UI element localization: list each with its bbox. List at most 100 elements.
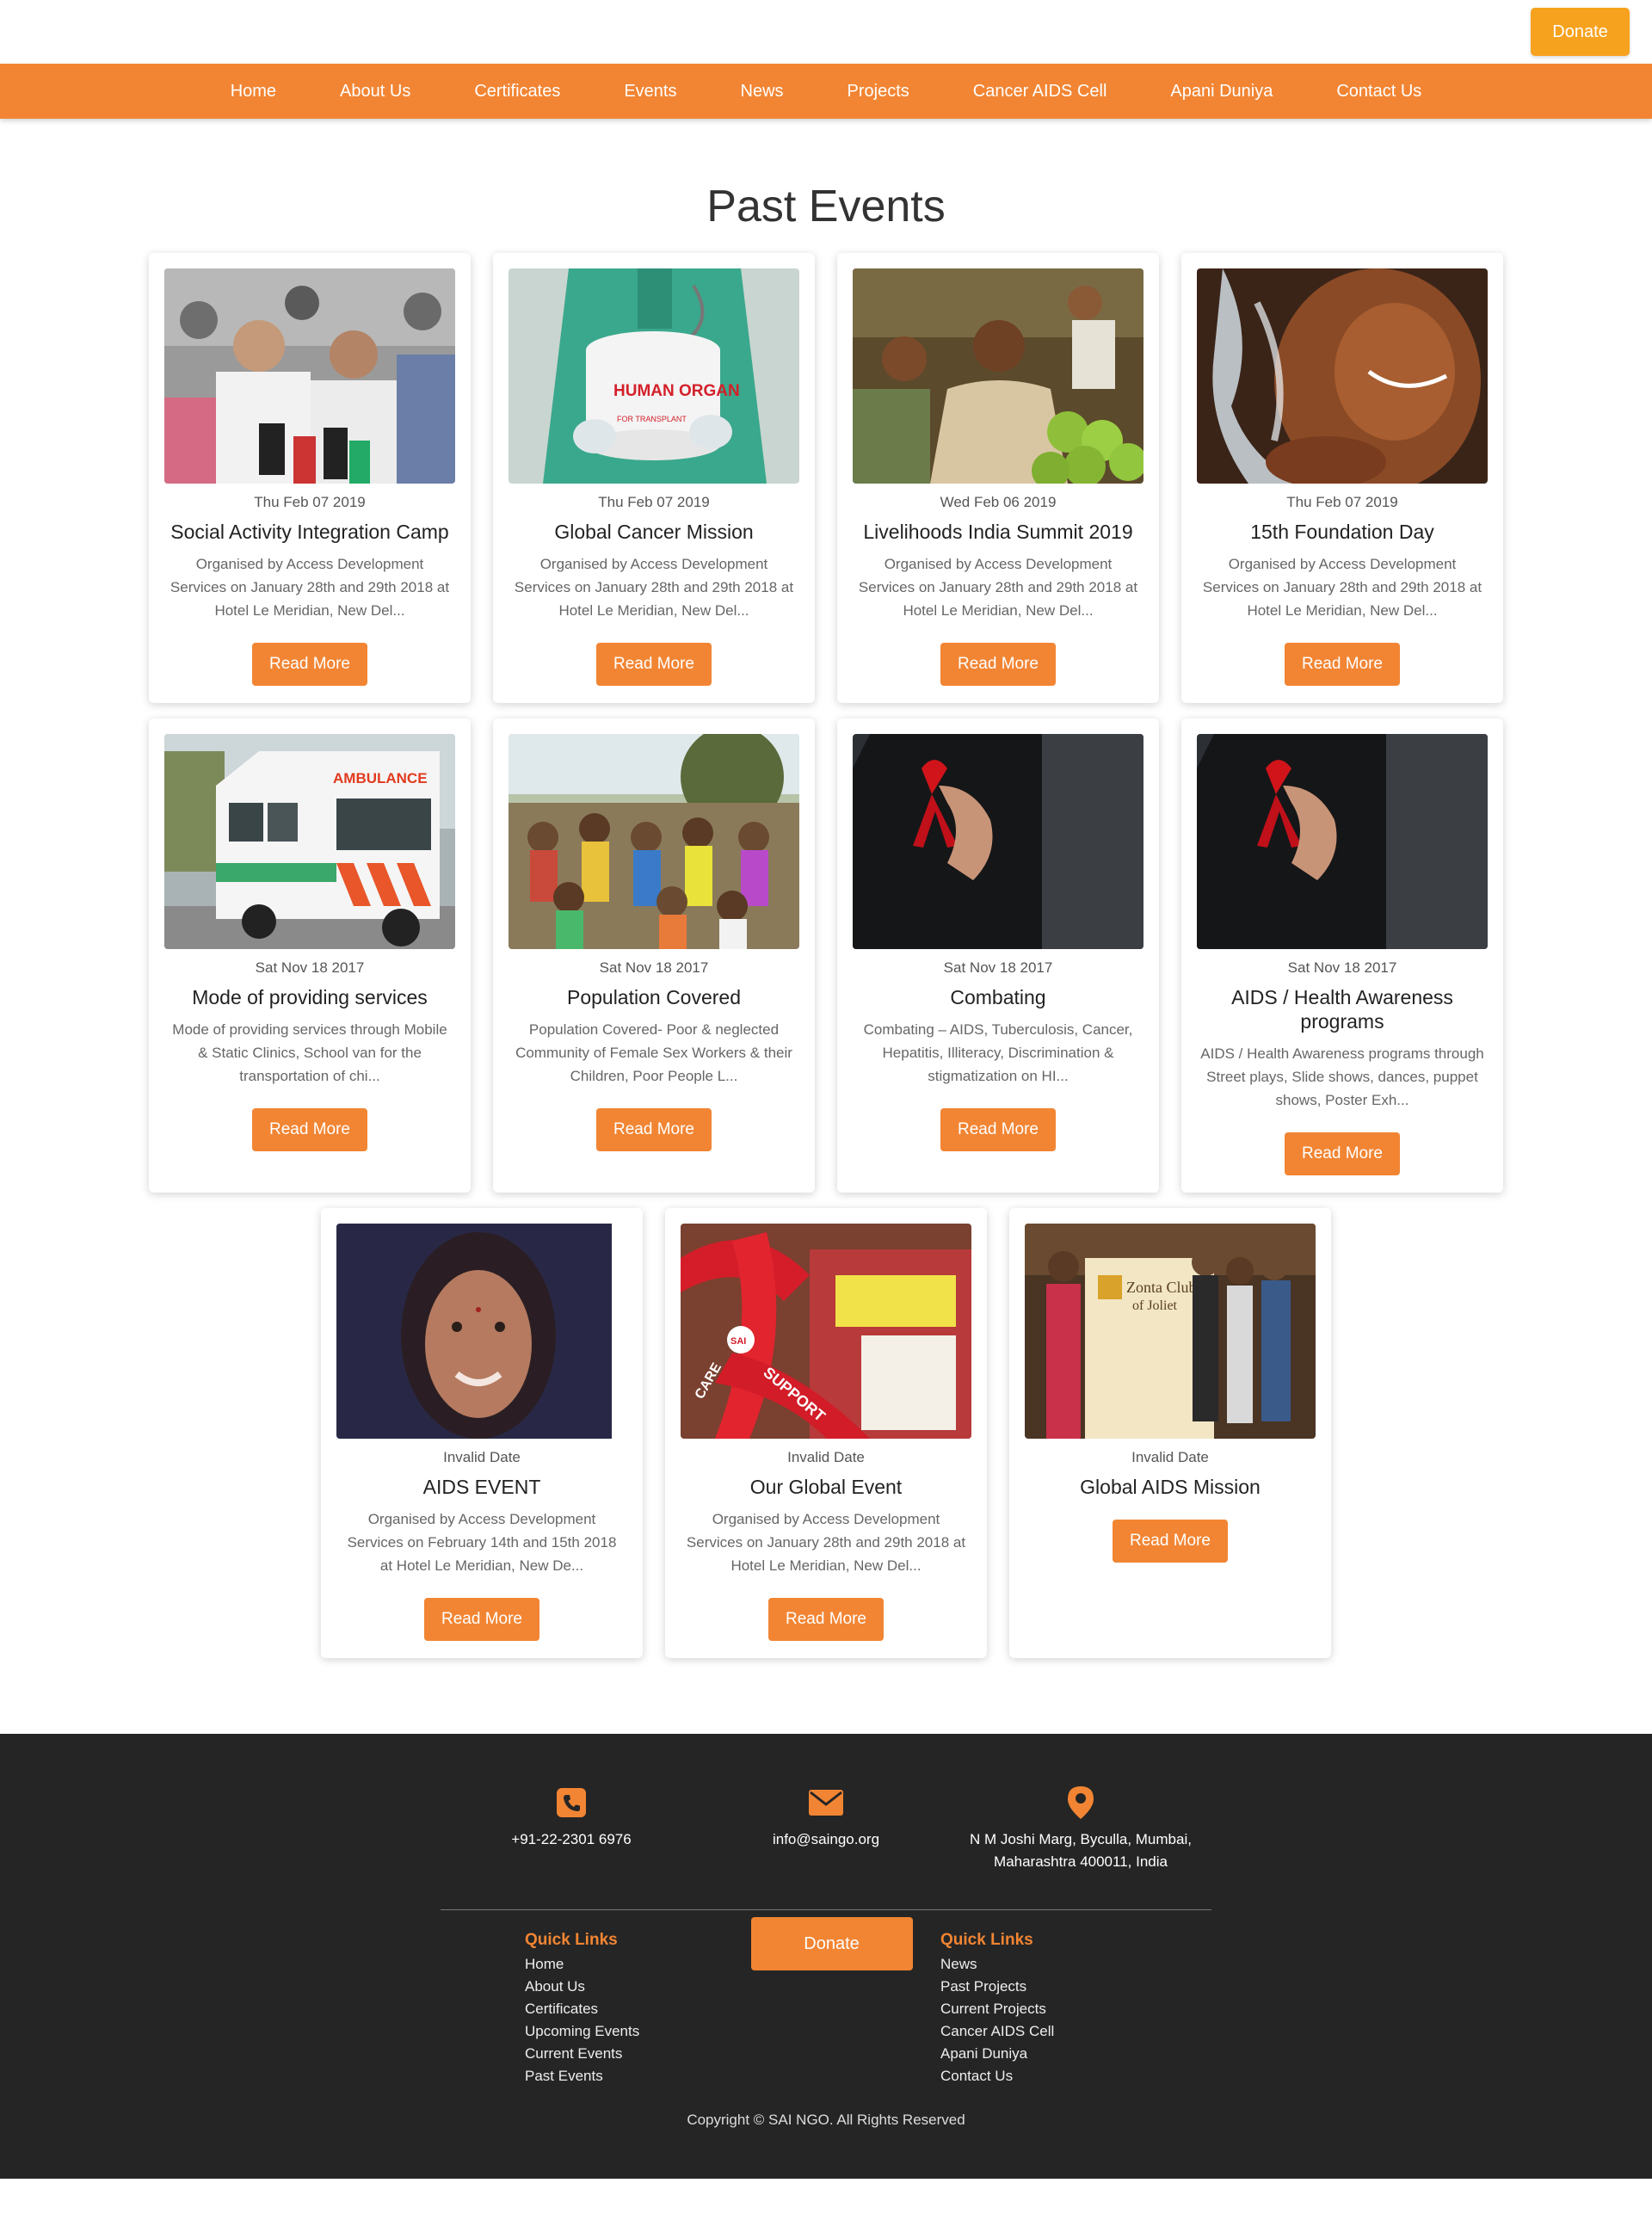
quick-links-left: Quick Links Home About Us Certificates U… bbox=[441, 1931, 723, 2087]
event-date: Sat Nov 18 2017 bbox=[943, 959, 1053, 976]
event-image-organ: HUMAN ORGAN FOR TRANSPLANT bbox=[509, 268, 799, 484]
read-more-button[interactable]: Read More bbox=[252, 1108, 367, 1151]
event-date: Sat Nov 18 2017 bbox=[255, 959, 365, 976]
event-date: Sat Nov 18 2017 bbox=[599, 959, 709, 976]
event-date: Invalid Date bbox=[1131, 1449, 1209, 1465]
event-image-children bbox=[509, 734, 799, 949]
footer-link-past-events[interactable]: Past Events bbox=[525, 2065, 723, 2087]
envelope-icon bbox=[699, 1785, 953, 1820]
event-date: Thu Feb 07 2019 bbox=[598, 494, 710, 510]
nav-apani-duniya[interactable]: Apani Duniya bbox=[1138, 82, 1304, 102]
events-grid: Thu Feb 07 2019 Social Activity Integrat… bbox=[138, 253, 1514, 1658]
read-more-button[interactable]: Read More bbox=[940, 643, 1056, 686]
event-title: 15th Foundation Day bbox=[1250, 521, 1434, 543]
email-address: info@saingo.org bbox=[772, 1831, 880, 1847]
event-description: Combating – AIDS, Tuberculosis, Cancer, … bbox=[863, 1021, 1133, 1084]
read-more-button[interactable]: Read More bbox=[596, 643, 712, 686]
event-title: Social Activity Integration Camp bbox=[170, 521, 449, 543]
event-card: Sat Nov 18 2017 AIDS / Health Awareness … bbox=[1181, 718, 1503, 1193]
footer-phone: +91-22-2301 6976 bbox=[444, 1785, 699, 1873]
read-more-button[interactable]: Read More bbox=[1113, 1520, 1228, 1563]
event-description: Population Covered- Poor & neglected Com… bbox=[515, 1021, 792, 1084]
nav-home[interactable]: Home bbox=[199, 82, 308, 102]
footer-link-home[interactable]: Home bbox=[525, 1953, 723, 1976]
read-more-button[interactable]: Read More bbox=[424, 1598, 539, 1641]
event-card: Sat Nov 18 2017 Combating Combating – AI… bbox=[837, 718, 1159, 1193]
footer-link-apani-duniya[interactable]: Apani Duniya bbox=[940, 2043, 1138, 2065]
read-more-button[interactable]: Read More bbox=[768, 1598, 884, 1641]
event-card: Zonta Club of Joliet Invalid Date Global… bbox=[1009, 1208, 1331, 1658]
footer-link-news[interactable]: News bbox=[940, 1953, 1138, 1976]
footer-link-cancer-aids-cell[interactable]: Cancer AIDS Cell bbox=[940, 2020, 1138, 2043]
footer-email: info@saingo.org bbox=[699, 1785, 953, 1873]
read-more-button[interactable]: Read More bbox=[940, 1108, 1056, 1151]
event-card: Wed Feb 06 2019 Livelihoods India Summit… bbox=[837, 253, 1159, 703]
zonta-banner-line1: Zonta Club bbox=[1126, 1279, 1197, 1296]
read-more-button[interactable]: Read More bbox=[1285, 1132, 1400, 1175]
event-image-market bbox=[853, 268, 1143, 484]
event-title: AIDS / Health Awareness programs bbox=[1231, 986, 1453, 1033]
event-card: Sat Nov 18 2017 Population Covered Popul… bbox=[493, 718, 815, 1193]
event-card: Invalid Date AIDS EVENT Organised by Acc… bbox=[321, 1208, 643, 1658]
footer-link-contact-us[interactable]: Contact Us bbox=[940, 2065, 1138, 2087]
event-date: Invalid Date bbox=[787, 1449, 865, 1465]
footer-link-current-projects[interactable]: Current Projects bbox=[940, 1998, 1138, 2020]
event-description: Organised by Access Development Services… bbox=[858, 556, 1138, 619]
event-date: Invalid Date bbox=[443, 1449, 521, 1465]
event-description: Organised by Access Development Services… bbox=[347, 1511, 617, 1574]
event-title: Population Covered bbox=[566, 986, 742, 1008]
footer-link-upcoming-events[interactable]: Upcoming Events bbox=[525, 2020, 723, 2043]
event-date: Sat Nov 18 2017 bbox=[1287, 959, 1397, 976]
footer-donate-button[interactable]: Donate bbox=[750, 1917, 913, 1970]
event-image-water bbox=[1197, 268, 1488, 484]
nav-about-us[interactable]: About Us bbox=[308, 82, 442, 102]
event-description: Organised by Access Development Services… bbox=[1202, 556, 1482, 619]
nav-news[interactable]: News bbox=[709, 82, 816, 102]
ambulance-label: AMBULANCE bbox=[333, 770, 428, 786]
event-card: HUMAN ORGAN FOR TRANSPLANT Thu Feb 07 20… bbox=[493, 253, 815, 703]
nav-projects[interactable]: Projects bbox=[816, 82, 941, 102]
footer-link-past-projects[interactable]: Past Projects bbox=[940, 1976, 1138, 1998]
donate-button[interactable]: Donate bbox=[1531, 8, 1630, 56]
nav-contact-us[interactable]: Contact Us bbox=[1304, 82, 1453, 102]
read-more-button[interactable]: Read More bbox=[596, 1108, 712, 1151]
event-title: Global Cancer Mission bbox=[554, 521, 754, 543]
event-card: CARE SUPPORT SAI Invalid Date Our Global… bbox=[665, 1208, 987, 1658]
event-image-red-ribbon bbox=[853, 734, 1143, 949]
event-title: Global AIDS Mission bbox=[1080, 1476, 1261, 1498]
event-image-ribbon-banner: CARE SUPPORT SAI bbox=[681, 1224, 971, 1439]
address-line-2: Maharashtra 400011, India bbox=[994, 1853, 1168, 1870]
phone-icon bbox=[444, 1785, 699, 1820]
footer-link-current-events[interactable]: Current Events bbox=[525, 2043, 723, 2065]
event-date: Wed Feb 06 2019 bbox=[940, 494, 1057, 510]
event-title: Our Global Event bbox=[749, 1476, 903, 1498]
event-date: Thu Feb 07 2019 bbox=[254, 494, 366, 510]
event-card: Thu Feb 07 2019 Social Activity Integrat… bbox=[149, 253, 471, 703]
event-description: AIDS / Health Awareness programs through… bbox=[1200, 1045, 1484, 1108]
banner-sai-logo: SAI bbox=[730, 1336, 746, 1347]
nav-certificates[interactable]: Certificates bbox=[442, 82, 592, 102]
event-description: Organised by Access Development Services… bbox=[170, 556, 450, 619]
event-image-red-ribbon bbox=[1197, 734, 1488, 949]
read-more-button[interactable]: Read More bbox=[252, 643, 367, 686]
nav-cancer-aids-cell[interactable]: Cancer AIDS Cell bbox=[941, 82, 1139, 102]
nav-events[interactable]: Events bbox=[592, 82, 708, 102]
copyright: Copyright © SAI NGO. All Rights Reserved bbox=[687, 2112, 965, 2128]
organ-box-label: HUMAN ORGAN bbox=[613, 382, 740, 400]
phone-number: +91-22-2301 6976 bbox=[511, 1831, 632, 1847]
read-more-button[interactable]: Read More bbox=[1285, 643, 1400, 686]
footer-divider bbox=[441, 1909, 1211, 1910]
event-description: Organised by Access Development Services… bbox=[686, 1511, 966, 1574]
event-image-ambulance: AMBULANCE bbox=[164, 734, 455, 949]
footer-link-certificates[interactable]: Certificates bbox=[525, 1998, 723, 2020]
event-title: Mode of providing services bbox=[192, 986, 428, 1008]
event-title: Livelihoods India Summit 2019 bbox=[863, 521, 1133, 543]
footer-link-about-us[interactable]: About Us bbox=[525, 1976, 723, 1998]
event-title: Combating bbox=[950, 986, 1046, 1008]
address-line-1: N M Joshi Marg, Byculla, Mumbai, bbox=[970, 1831, 1192, 1847]
event-description: Organised by Access Development Services… bbox=[514, 556, 794, 619]
page-title: Past Events bbox=[706, 182, 946, 231]
event-card: AMBULANCE Sat Nov 18 2017 Mode of provid… bbox=[149, 718, 471, 1193]
zonta-banner-line2: of Joliet bbox=[1132, 1298, 1178, 1313]
event-date: Thu Feb 07 2019 bbox=[1286, 494, 1398, 510]
